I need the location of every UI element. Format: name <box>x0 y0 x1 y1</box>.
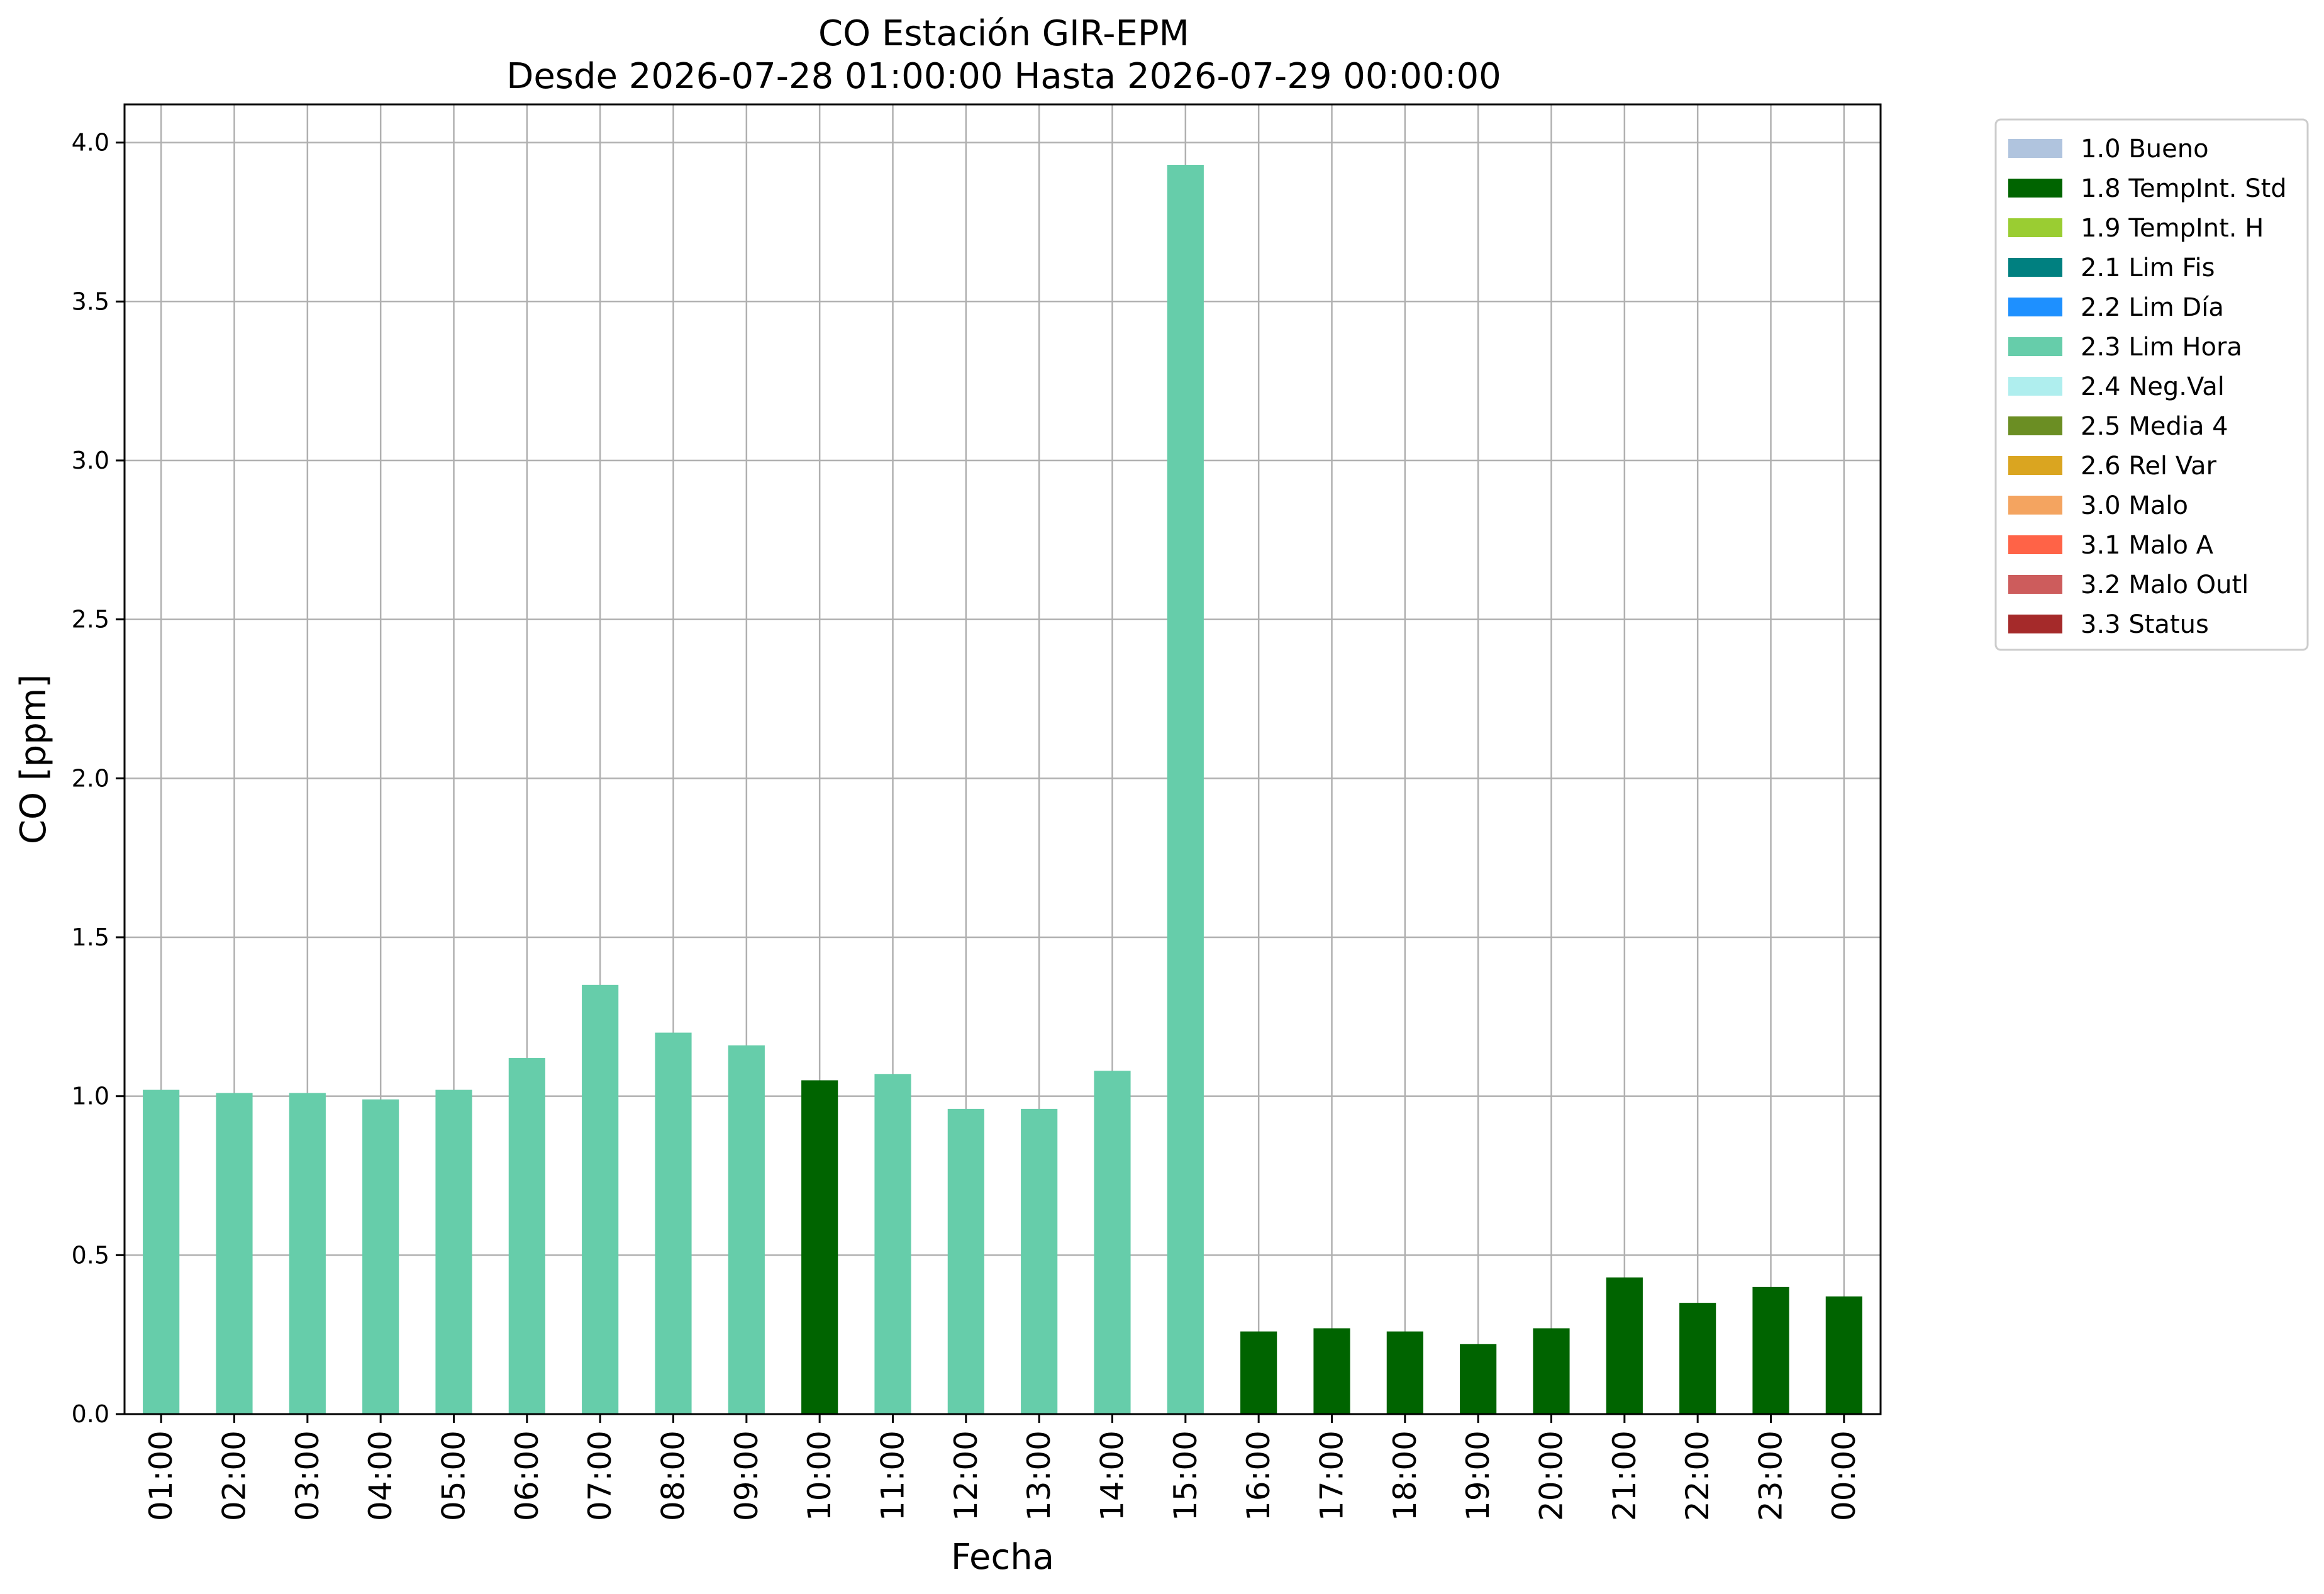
bar-0000 <box>1825 1296 1862 1414</box>
legend-label: 2.1 Lim Fis <box>2081 254 2215 282</box>
y-tick-label: 3.0 <box>72 447 109 474</box>
legend-label: 2.2 Lim Día <box>2081 293 2224 322</box>
x-tick-label: 09:00 <box>728 1430 765 1521</box>
y-axis-label: CO [ppm] <box>13 674 54 844</box>
legend-label: 1.0 Bueno <box>2081 135 2209 164</box>
bar-2100 <box>1606 1277 1643 1414</box>
x-tick-label: 12:00 <box>948 1430 984 1521</box>
legend-label: 2.3 Lim Hora <box>2081 333 2242 362</box>
x-tick-label: 08:00 <box>655 1430 692 1521</box>
x-tick-label: 04:00 <box>362 1430 399 1521</box>
x-tick-label: 23:00 <box>1753 1430 1789 1521</box>
bar-1400 <box>1094 1071 1131 1414</box>
x-tick-label: 02:00 <box>216 1430 253 1521</box>
x-tick-label: 21:00 <box>1606 1430 1643 1521</box>
x-tick-label: 03:00 <box>289 1430 326 1521</box>
legend-swatch <box>2008 416 2062 435</box>
bar-1000 <box>801 1080 838 1414</box>
legend-label: 1.8 TempInt. Std <box>2081 174 2287 203</box>
y-tick-label: 2.5 <box>72 606 109 633</box>
x-tick-label: 16:00 <box>1240 1430 1277 1521</box>
bar-1200 <box>947 1108 984 1414</box>
legend: 1.0 Bueno 1.8 TempInt. Std 1.9 TempInt. H 2… <box>1994 118 2309 651</box>
bar-1100 <box>874 1074 911 1414</box>
bar-0400 <box>362 1099 399 1414</box>
y-tick-label: 0.0 <box>72 1400 109 1428</box>
legend-swatch <box>2008 377 2062 396</box>
bar-0800 <box>655 1032 692 1414</box>
legend-swatch <box>2008 218 2062 237</box>
legend-swatch <box>2008 258 2062 277</box>
bar-0100 <box>143 1090 180 1414</box>
x-tick-label: 17:00 <box>1314 1430 1350 1521</box>
bar-1800 <box>1386 1331 1423 1414</box>
chart-title: CO Estación GIR-EPM <box>818 13 1189 54</box>
x-tick-label: 01:00 <box>143 1430 179 1521</box>
x-tick-label: 22:00 <box>1679 1430 1716 1521</box>
bar-0200 <box>216 1093 253 1414</box>
bar-1300 <box>1021 1108 1058 1414</box>
y-tick-label: 1.5 <box>72 923 109 951</box>
bar-0500 <box>435 1090 472 1414</box>
x-tick-label: 00:00 <box>1826 1430 1862 1521</box>
bar-0300 <box>289 1093 326 1414</box>
legend-swatch <box>2008 535 2062 554</box>
x-tick-label: 15:00 <box>1167 1430 1204 1521</box>
legend-label: 3.2 Malo Outl <box>2081 571 2249 599</box>
x-tick-label: 18:00 <box>1387 1430 1423 1521</box>
bar-2300 <box>1752 1286 1789 1414</box>
y-tick-label: 3.5 <box>72 287 109 315</box>
legend-label: 3.3 Status <box>2081 610 2209 639</box>
y-tick-label: 0.5 <box>72 1241 109 1269</box>
y-tick-label: 4.0 <box>72 129 109 157</box>
bar-1900 <box>1460 1344 1497 1414</box>
legend-label: 2.5 Media 4 <box>2081 412 2228 441</box>
x-tick-label: 19:00 <box>1460 1430 1496 1521</box>
x-tick-label: 07:00 <box>582 1430 618 1521</box>
y-tick-label: 2.0 <box>72 764 109 792</box>
chart-subtitle: Desde 2026-07-28 01:00:00 Hasta 2026-07-… <box>506 56 1501 97</box>
legend-label: 1.9 TempInt. H <box>2081 214 2264 243</box>
bar-2200 <box>1679 1303 1716 1414</box>
legend-swatch <box>2008 615 2062 633</box>
chart: CO Estación GIR-EPM Desde 2026-07-28 01:… <box>0 0 2324 1594</box>
x-tick-label: 11:00 <box>875 1430 911 1521</box>
legend-label: 2.6 Rel Var <box>2081 452 2217 481</box>
x-tick-label: 13:00 <box>1021 1430 1057 1521</box>
x-tick-label: 20:00 <box>1533 1430 1570 1521</box>
legend-swatch <box>2008 298 2062 316</box>
x-tick-label: 10:00 <box>801 1430 838 1521</box>
bar-0700 <box>582 984 619 1414</box>
x-axis-label: Fecha <box>951 1537 1054 1578</box>
legend-label: 2.4 Neg.Val <box>2081 372 2225 401</box>
legend-swatch <box>2008 179 2062 198</box>
bar-2000 <box>1533 1328 1570 1414</box>
bar-0600 <box>508 1058 545 1414</box>
legend-swatch <box>2008 139 2062 158</box>
bar-1500 <box>1167 165 1204 1415</box>
bar-1600 <box>1240 1331 1277 1414</box>
legend-label: 3.0 Malo <box>2081 491 2188 520</box>
legend-label: 3.1 Malo A <box>2081 531 2214 560</box>
bar-1700 <box>1313 1328 1350 1414</box>
x-tick-label: 14:00 <box>1094 1430 1131 1521</box>
y-tick-label: 1.0 <box>72 1083 109 1110</box>
x-tick-label: 05:00 <box>436 1430 472 1521</box>
bar-0900 <box>728 1045 765 1414</box>
x-tick-label: 06:00 <box>509 1430 545 1521</box>
legend-swatch <box>2008 456 2062 475</box>
legend-swatch <box>2008 337 2062 356</box>
legend-swatch <box>2008 496 2062 515</box>
legend-swatch <box>2008 575 2062 594</box>
